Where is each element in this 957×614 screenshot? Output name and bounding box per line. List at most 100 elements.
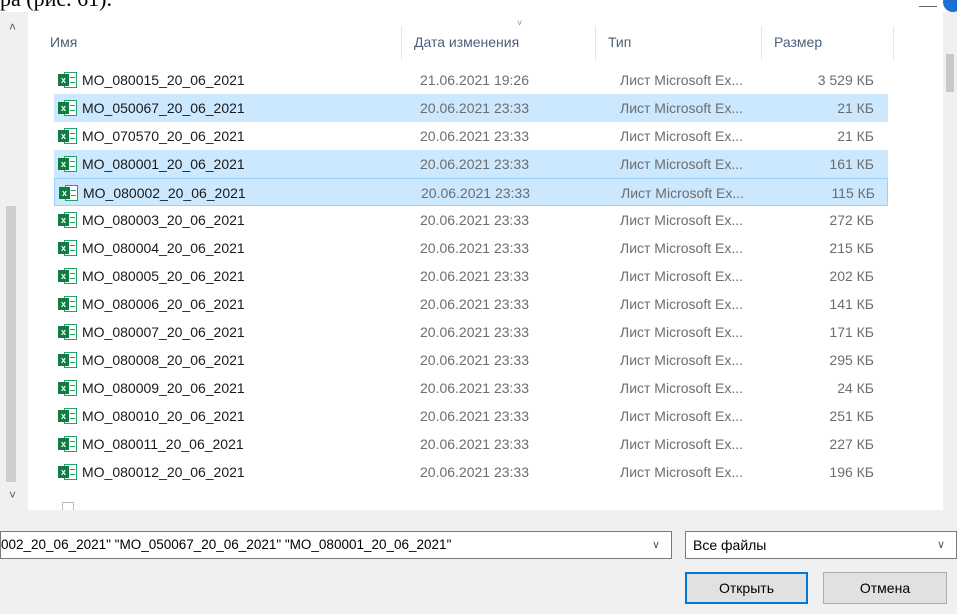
file-row[interactable]: x MO_080001_20_06_2021 20.06.2021 23:33 Лис…: [54, 150, 888, 178]
file-row[interactable]: x MO_080011_20_06_2021 20.06.2021 23:33 Лис…: [54, 430, 888, 458]
file-date-cell: 20.06.2021 23:33: [421, 185, 530, 201]
file-list-scrollbar[interactable]: [943, 12, 957, 510]
excel-file-icon: x: [58, 72, 78, 88]
file-row[interactable]: x MO_050067_20_06_2021 20.06.2021 23:33 Лис…: [54, 94, 888, 122]
file-row[interactable]: x MO_080010_20_06_2021 20.06.2021 23:33 Лис…: [54, 402, 888, 430]
file-name-input[interactable]: 002_20_06_2021" "MO_050067_20_06_2021" "…: [0, 531, 672, 559]
file-row[interactable]: x MO_080005_20_06_2021 20.06.2021 23:33 Лис…: [54, 262, 888, 290]
file-date-cell: 20.06.2021 23:33: [420, 436, 529, 452]
file-name-text: MO_080010_20_06_2021: [82, 408, 245, 424]
file-name-text: MO_080003_20_06_2021: [82, 212, 245, 228]
file-list-pane[interactable]: ˄ ˅ ˅ Имя Дата изменения Тип Размер x MO_…: [0, 12, 957, 510]
file-type-cell: Лист Microsoft Ex...: [620, 212, 743, 228]
file-size-cell: 272 КБ: [829, 212, 874, 228]
file-name-value[interactable]: 002_20_06_2021" "MO_050067_20_06_2021" "…: [1, 532, 631, 558]
column-header-size[interactable]: Размер: [762, 26, 894, 60]
excel-file-icon: x: [58, 156, 78, 172]
scrollbar-thumb[interactable]: [6, 206, 16, 482]
file-name-text: MO_080005_20_06_2021: [82, 268, 245, 284]
file-size-cell: 227 КБ: [829, 436, 874, 452]
file-size-cell: 251 КБ: [829, 408, 874, 424]
file-name-cell[interactable]: x MO_080002_20_06_2021: [59, 179, 409, 207]
open-file-dialog: ˄ ˅ ˅ Имя Дата изменения Тип Размер x MO_…: [0, 12, 957, 614]
file-row[interactable]: x MO_080004_20_06_2021 20.06.2021 23:33 Лис…: [54, 234, 888, 262]
column-header-name[interactable]: Имя: [38, 26, 402, 60]
chevron-down-icon[interactable]: ∨: [649, 538, 663, 552]
file-type-selected: Все файлы: [693, 537, 767, 553]
file-name-cell[interactable]: x MO_080004_20_06_2021: [58, 234, 408, 262]
file-type-cell: Лист Microsoft Ex...: [620, 268, 743, 284]
excel-file-icon: x: [58, 296, 78, 312]
left-pane-scrollbar[interactable]: ˄ ˅: [0, 12, 28, 510]
file-name-cell[interactable]: x MO_050067_20_06_2021: [58, 94, 408, 122]
file-name-text: MO_080001_20_06_2021: [82, 156, 245, 172]
file-size-cell: 21 КБ: [837, 128, 874, 144]
file-size-cell: 171 КБ: [829, 324, 874, 340]
file-size-cell: 215 КБ: [829, 240, 874, 256]
file-type-cell: Лист Microsoft Ex...: [620, 464, 743, 480]
file-name-cell[interactable]: x MO_080015_20_06_2021: [58, 66, 408, 94]
column-header-type[interactable]: Тип: [596, 26, 762, 60]
file-name-cell[interactable]: x MO_080005_20_06_2021: [58, 262, 408, 290]
excel-file-icon: x: [58, 100, 78, 116]
file-name-text: MO_080004_20_06_2021: [82, 240, 245, 256]
file-type-cell: Лист Microsoft Ex...: [620, 408, 743, 424]
excel-file-icon: x: [58, 268, 78, 284]
file-row[interactable]: x MO_080015_20_06_2021 21.06.2021 19:26 Лис…: [54, 66, 888, 94]
excel-file-icon: x: [59, 185, 79, 201]
file-name-cell[interactable]: x MO_080001_20_06_2021: [58, 150, 408, 178]
minimize-icon[interactable]: [919, 6, 937, 7]
file-date-cell: 20.06.2021 23:33: [420, 464, 529, 480]
file-row[interactable]: x MO_080008_20_06_2021 20.06.2021 23:33 Лис…: [54, 346, 888, 374]
file-size-cell: 295 КБ: [829, 352, 874, 368]
file-row[interactable]: x MO_080006_20_06_2021 20.06.2021 23:33 Лис…: [54, 290, 888, 318]
file-name-text: MO_080012_20_06_2021: [82, 464, 245, 480]
excel-file-icon: x: [58, 380, 78, 396]
file-size-cell: 161 КБ: [829, 156, 874, 172]
file-row[interactable]: x MO_080007_20_06_2021 20.06.2021 23:33 Лис…: [54, 318, 888, 346]
file-row[interactable]: x MO_070570_20_06_2021 20.06.2021 23:33 Лис…: [54, 122, 888, 150]
open-button[interactable]: Открыть: [685, 572, 808, 604]
file-date-cell: 20.06.2021 23:33: [420, 212, 529, 228]
help-icon[interactable]: [943, 0, 957, 12]
file-type-cell: Лист Microsoft Ex...: [620, 380, 743, 396]
excel-file-icon: x: [58, 464, 78, 480]
file-name-text: MO_080011_20_06_2021: [82, 436, 244, 452]
excel-file-icon: x: [58, 240, 78, 256]
file-name-cell[interactable]: x MO_080011_20_06_2021: [58, 430, 408, 458]
file-type-cell: Лист Microsoft Ex...: [620, 100, 743, 116]
column-header-row: ˅ Имя Дата изменения Тип Размер: [38, 18, 894, 60]
file-name-cell[interactable]: x MO_070570_20_06_2021: [58, 122, 408, 150]
chevron-down-icon[interactable]: ∨: [934, 538, 948, 552]
file-name-cell[interactable]: x MO_080009_20_06_2021: [58, 374, 408, 402]
file-row[interactable]: x MO_080002_20_06_2021 20.06.2021 23:33 Лис…: [54, 178, 888, 206]
file-type-cell: Лист Microsoft Ex...: [620, 72, 743, 88]
document-caption: ра (рис. 61).: [0, 0, 112, 12]
file-date-cell: 20.06.2021 23:33: [420, 156, 529, 172]
file-type-cell: Лист Microsoft Ex...: [620, 436, 743, 452]
file-name-cell[interactable]: x MO_080007_20_06_2021: [58, 318, 408, 346]
file-name-cell[interactable]: x MO_080003_20_06_2021: [58, 206, 408, 234]
file-name-cell[interactable]: x MO_080012_20_06_2021: [58, 458, 408, 486]
scroll-down-icon[interactable]: ˅: [9, 488, 16, 502]
file-row[interactable]: x MO_080009_20_06_2021 20.06.2021 23:33 Лис…: [54, 374, 888, 402]
file-row[interactable]: x MO_080012_20_06_2021 20.06.2021 23:33 Лис…: [54, 458, 888, 486]
file-type-cell: Лист Microsoft Ex...: [621, 185, 744, 201]
file-name-text: MO_080007_20_06_2021: [82, 324, 245, 340]
file-size-cell: 24 КБ: [837, 380, 874, 396]
file-date-cell: 20.06.2021 23:33: [420, 240, 529, 256]
column-header-date[interactable]: Дата изменения: [402, 26, 596, 60]
file-name-cell[interactable]: x MO_080006_20_06_2021: [58, 290, 408, 318]
file-type-select[interactable]: Все файлы ∨: [685, 531, 957, 559]
file-date-cell: 20.06.2021 23:33: [420, 296, 529, 312]
file-list-scrollbar-thumb[interactable]: [946, 54, 954, 92]
file-name-cell[interactable]: x MO_080008_20_06_2021: [58, 346, 408, 374]
file-size-cell: 196 КБ: [829, 464, 874, 480]
file-name-cell[interactable]: x MO_080010_20_06_2021: [58, 402, 408, 430]
scroll-up-icon[interactable]: ˄: [9, 20, 16, 34]
file-date-cell: 20.06.2021 23:33: [420, 324, 529, 340]
file-row[interactable]: x MO_080003_20_06_2021 20.06.2021 23:33 Лис…: [54, 206, 888, 234]
file-type-cell: Лист Microsoft Ex...: [620, 128, 743, 144]
partial-file-icon: [62, 502, 74, 510]
cancel-button[interactable]: Отмена: [823, 572, 947, 604]
